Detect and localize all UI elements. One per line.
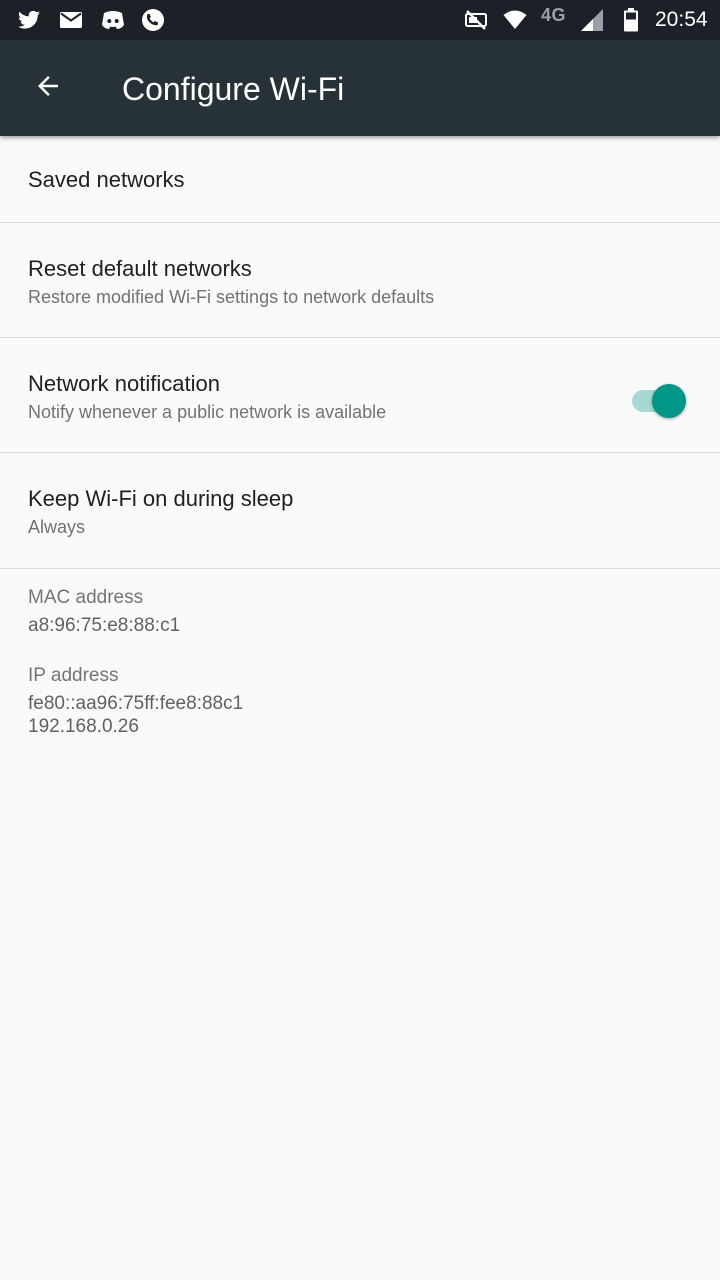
no-sim-icon (463, 8, 489, 32)
arrow-back-icon (33, 71, 63, 106)
ipv6-address-value: fe80::aa96:75ff:fee8:88c1 (28, 693, 244, 714)
twitter-icon (16, 8, 42, 32)
status-bar: 4G 20:54 (0, 0, 720, 40)
network-notification-toggle[interactable] (630, 382, 688, 418)
pref-title: Reset default networks (28, 256, 252, 281)
mac-address-value: a8:96:75:e8:88:c1 (28, 615, 181, 636)
mail-icon (58, 8, 84, 32)
back-button[interactable] (22, 64, 74, 112)
ipv4-address-value: 192.168.0.26 (28, 716, 139, 737)
pref-title: Keep Wi-Fi on during sleep (28, 486, 294, 511)
discord-icon (100, 8, 126, 32)
phone-call-icon (140, 8, 166, 32)
app-bar: Configure Wi-Fi (0, 40, 720, 136)
page-title: Configure Wi-Fi (122, 71, 345, 107)
wifi-icon (502, 8, 528, 32)
cell-signal-icon (579, 8, 605, 32)
battery-icon (618, 8, 644, 32)
reset-default-networks-item[interactable]: Reset default networks Restore modified … (0, 223, 720, 338)
keep-wifi-on-during-sleep-item[interactable]: Keep Wi-Fi on during sleep Always (0, 453, 720, 569)
clock: 20:54 (655, 8, 708, 31)
network-type-label: 4G (541, 5, 567, 25)
toggle-thumb (652, 384, 686, 418)
network-notification-item[interactable]: Network notification Notify whenever a p… (0, 338, 720, 453)
pref-title: Saved networks (28, 167, 185, 192)
pref-summary: Always (28, 517, 86, 537)
pref-summary: Restore modified Wi-Fi settings to netwo… (28, 287, 435, 307)
ip-address-label: IP address (28, 665, 119, 686)
mac-address-label: MAC address (28, 587, 144, 608)
pref-summary: Notify whenever a public network is avai… (28, 402, 387, 422)
saved-networks-item[interactable]: Saved networks (0, 136, 720, 223)
pref-title: Network notification (28, 371, 220, 396)
